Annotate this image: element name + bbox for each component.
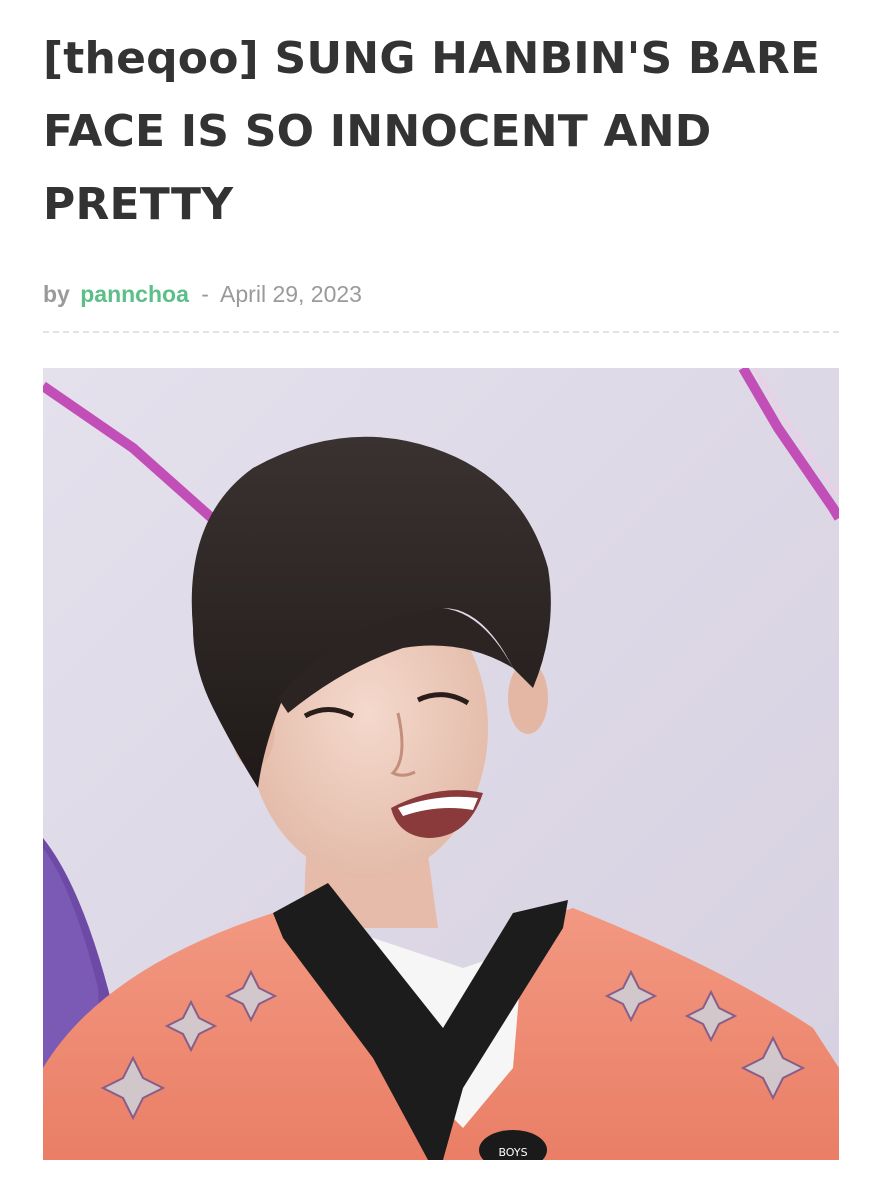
meta-separator: - [201, 281, 209, 307]
author-link[interactable]: pannchoa [80, 281, 189, 307]
header-divider [43, 331, 839, 333]
article-photo: BOYS [43, 368, 839, 1160]
photo-illustration: BOYS [43, 368, 839, 1160]
article-header: [theqoo] SUNG HANBIN'S BARE FACE IS SO I… [43, 0, 839, 333]
article-meta: by pannchoa - April 29, 2023 [43, 279, 839, 309]
publish-date: April 29, 2023 [220, 281, 362, 307]
article-title: [theqoo] SUNG HANBIN'S BARE FACE IS SO I… [43, 33, 821, 230]
mic-label: BOYS [498, 1146, 527, 1159]
byline-prefix: by [43, 281, 70, 307]
